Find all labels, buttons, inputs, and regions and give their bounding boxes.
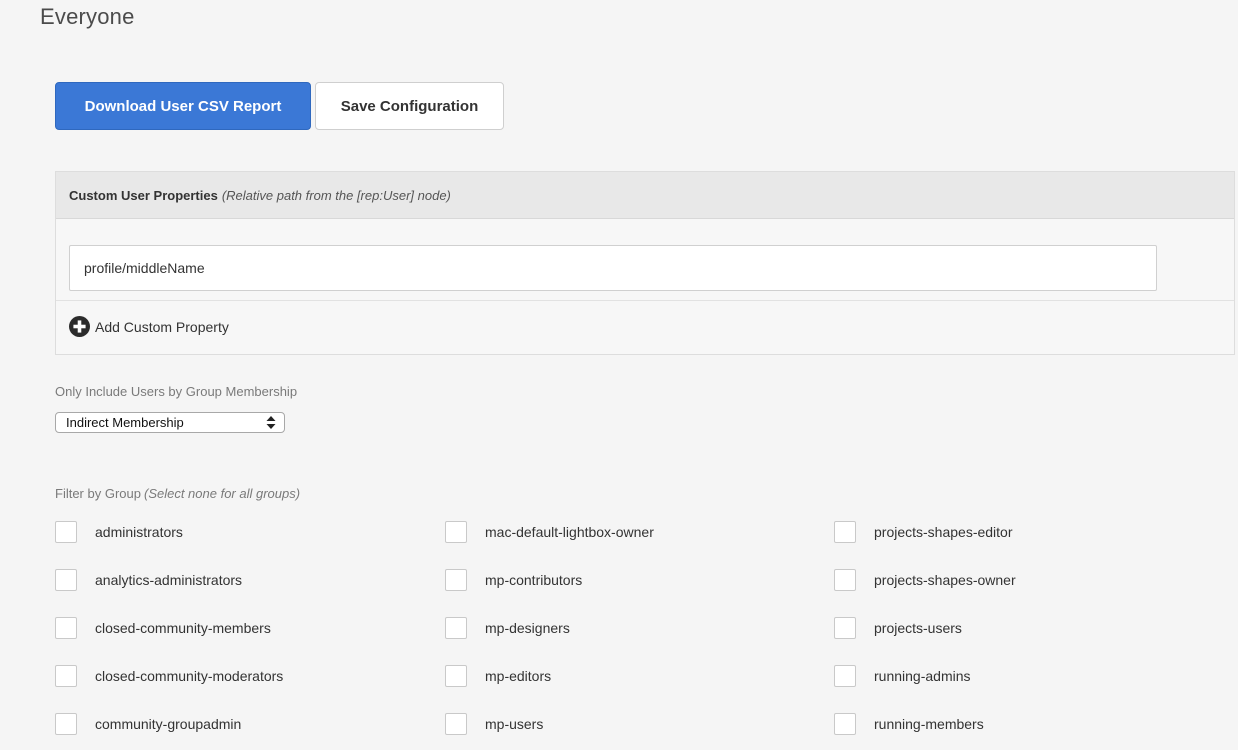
checkbox[interactable] [834, 617, 856, 639]
panel-divider [56, 300, 1234, 301]
group-checkbox-item[interactable]: mp-users [445, 712, 543, 736]
group-label: analytics-administrators [95, 572, 243, 588]
group-label: closed-community-members [95, 620, 271, 636]
group-checkbox-item[interactable]: mac-default-lightbox-owner [445, 520, 654, 544]
custom-properties-title: Custom User Properties [69, 187, 218, 203]
checkbox[interactable] [55, 713, 77, 735]
checkbox[interactable] [445, 521, 467, 543]
checkbox[interactable] [445, 665, 467, 687]
checkbox[interactable] [55, 521, 77, 543]
group-label: projects-shapes-owner [874, 572, 1016, 588]
group-label: administrators [95, 524, 183, 540]
add-custom-property-label: Add Custom Property [95, 318, 229, 335]
checkbox[interactable] [55, 617, 77, 639]
checkbox[interactable] [445, 617, 467, 639]
group-checkbox-item[interactable]: closed-community-members [55, 616, 271, 640]
group-checkbox-item[interactable]: projects-shapes-editor [834, 520, 1013, 544]
save-configuration-button[interactable]: Save Configuration [315, 82, 504, 130]
group-checkbox-item[interactable]: running-members [834, 712, 984, 736]
checkbox[interactable] [834, 665, 856, 687]
membership-label: Only Include Users by Group Membership [55, 384, 298, 399]
custom-properties-panel: Custom User Properties (Relative path fr… [55, 171, 1235, 355]
group-label: running-members [874, 716, 984, 732]
filter-label-hint: (Select none for all groups) [143, 486, 301, 501]
group-checkbox-item[interactable]: analytics-administrators [55, 568, 242, 592]
custom-properties-header: Custom User Properties (Relative path fr… [56, 172, 1234, 219]
checkbox[interactable] [55, 569, 77, 591]
membership-selected-value: Indirect Membership [66, 415, 184, 430]
group-label: projects-shapes-editor [874, 524, 1013, 540]
group-checkbox-item[interactable]: community-groupadmin [55, 712, 241, 736]
group-label: mac-default-lightbox-owner [485, 524, 654, 540]
group-checkbox-item[interactable]: mp-editors [445, 664, 551, 688]
checkbox[interactable] [445, 713, 467, 735]
group-label: closed-community-moderators [95, 668, 284, 684]
group-label: running-admins [874, 668, 971, 684]
group-label: mp-users [485, 716, 544, 732]
checkbox[interactable] [834, 713, 856, 735]
custom-property-input[interactable] [69, 245, 1157, 291]
group-checkbox-item[interactable]: projects-users [834, 616, 962, 640]
group-label: community-groupadmin [95, 716, 242, 732]
group-label: projects-users [874, 620, 962, 636]
checkbox[interactable] [445, 569, 467, 591]
group-checkbox-item[interactable]: mp-designers [445, 616, 570, 640]
select-arrows-icon [266, 416, 276, 429]
group-checkbox-item[interactable]: administrators [55, 520, 183, 544]
group-label: mp-contributors [485, 572, 583, 588]
group-checkbox-item[interactable]: projects-shapes-owner [834, 568, 1016, 592]
checkbox[interactable] [55, 665, 77, 687]
plus-circle-icon [69, 316, 90, 337]
checkbox[interactable] [834, 569, 856, 591]
group-checkbox-item[interactable]: mp-contributors [445, 568, 582, 592]
group-checkbox-item[interactable]: closed-community-moderators [55, 664, 283, 688]
page-title: Everyone [40, 4, 135, 29]
membership-select[interactable]: Indirect Membership [55, 412, 285, 433]
group-label: mp-editors [485, 668, 552, 684]
group-label: mp-designers [485, 620, 570, 636]
filter-label: Filter by Group (Select none for all grou… [55, 486, 300, 501]
filter-label-text: Filter by Group [55, 486, 141, 501]
group-checkbox-item[interactable]: running-admins [834, 664, 971, 688]
checkbox[interactable] [834, 521, 856, 543]
download-csv-button[interactable]: Download User CSV Report [55, 82, 311, 130]
add-custom-property-button[interactable]: Add Custom Property [69, 316, 229, 337]
custom-properties-hint: (Relative path from the [rep:User] node) [221, 187, 451, 203]
